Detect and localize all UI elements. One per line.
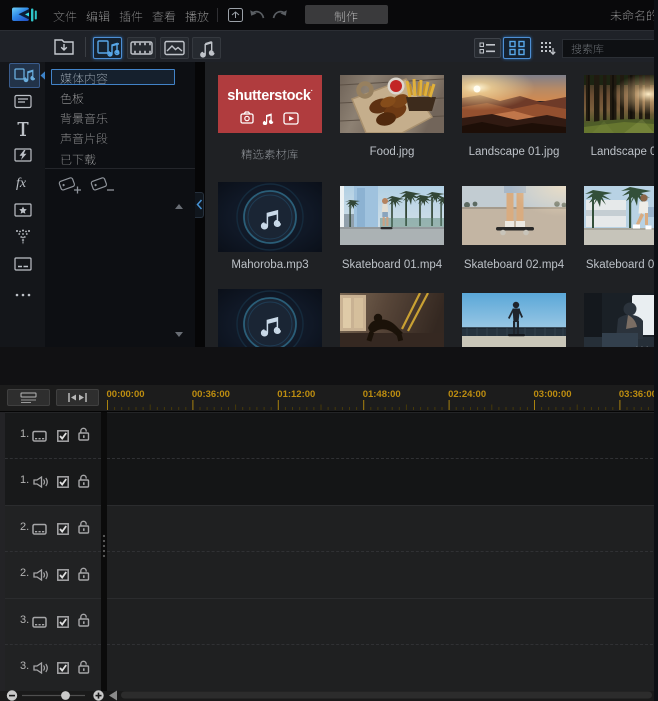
svg-text:fx: fx [16,176,27,191]
